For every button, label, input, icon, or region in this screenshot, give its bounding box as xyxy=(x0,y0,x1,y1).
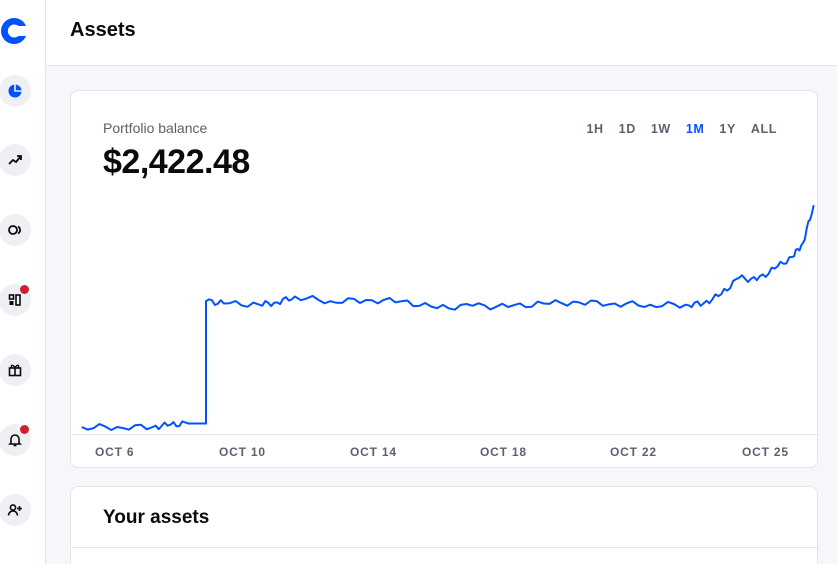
coinbase-logo-icon[interactable] xyxy=(0,14,30,48)
portfolio-line-series-0 xyxy=(81,204,815,431)
portfolio-chart[interactable] xyxy=(71,201,819,434)
dashboard-icon xyxy=(8,294,21,306)
time-range-selector: 1H 1D 1W 1M 1Y ALL xyxy=(571,122,777,136)
page-title: Assets xyxy=(70,19,136,41)
x-tick-label: OCT 6 xyxy=(95,445,135,459)
divider xyxy=(71,547,819,548)
sidebar-item-rewards[interactable] xyxy=(0,354,31,386)
portfolio-balance-card: Portfolio balance $2,422.48 1H 1D 1W 1M … xyxy=(70,90,819,468)
top-header: Assets xyxy=(46,0,837,66)
bell-icon xyxy=(8,434,22,447)
main-content: Portfolio balance $2,422.48 1H 1D 1W 1M … xyxy=(46,66,837,564)
sidebar-item-invite[interactable] xyxy=(0,494,31,526)
notification-badge xyxy=(20,425,29,434)
notification-badge xyxy=(20,285,29,294)
range-1y[interactable]: 1Y xyxy=(719,122,736,136)
sidebar-item-trade[interactable] xyxy=(0,144,31,176)
add-user-icon xyxy=(7,504,22,516)
balance-label: Portfolio balance xyxy=(103,120,208,136)
balance-value: $2,422.48 xyxy=(103,143,250,181)
x-tick-label: OCT 22 xyxy=(610,445,657,459)
coins-icon xyxy=(8,225,21,235)
assets-title: Your assets xyxy=(103,507,210,528)
x-tick-label: OCT 18 xyxy=(480,445,527,459)
trend-icon xyxy=(8,155,22,165)
x-tick-label: OCT 10 xyxy=(219,445,266,459)
your-assets-card: Your assets xyxy=(70,486,819,564)
range-1m[interactable]: 1M xyxy=(686,122,705,136)
x-axis-line xyxy=(71,434,819,435)
range-all[interactable]: ALL xyxy=(751,122,777,136)
range-1d[interactable]: 1D xyxy=(619,122,636,136)
sidebar xyxy=(0,0,46,564)
gift-icon xyxy=(8,364,22,377)
x-tick-label: OCT 25 xyxy=(742,445,789,459)
x-tick-label: OCT 14 xyxy=(350,445,397,459)
range-1h[interactable]: 1H xyxy=(586,122,603,136)
range-1w[interactable]: 1W xyxy=(651,122,671,136)
pie-chart-icon xyxy=(8,84,22,98)
sidebar-item-earn[interactable] xyxy=(0,214,31,246)
sidebar-item-assets[interactable] xyxy=(0,75,31,107)
